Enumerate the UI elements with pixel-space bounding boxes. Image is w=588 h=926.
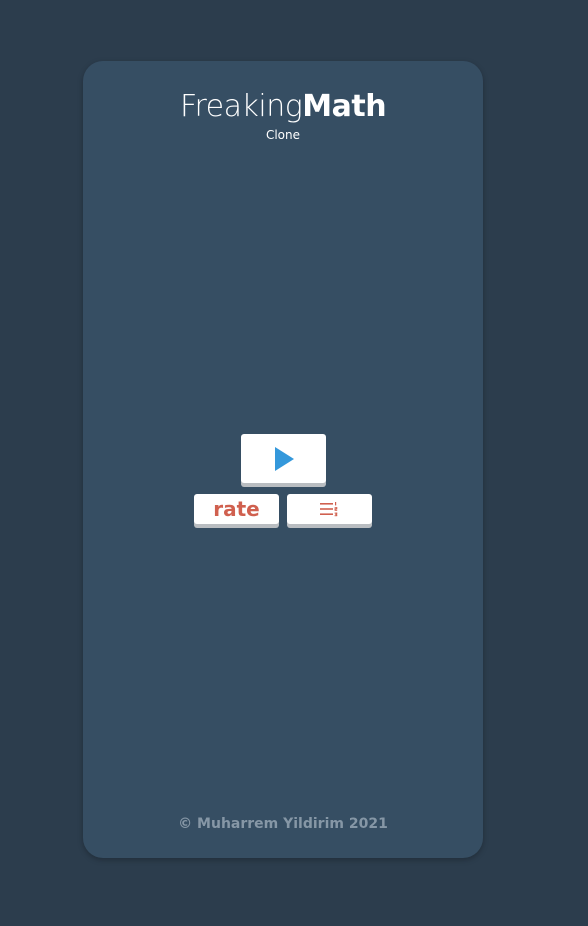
game-title: FreakingMath — [83, 88, 483, 126]
copyright-footer: © Muharrem Yildirim 2021 — [178, 816, 388, 832]
title-bold: Math — [302, 89, 387, 124]
title-light: Freaking — [179, 89, 303, 124]
play-icon — [274, 446, 294, 471]
leaderboard-icon — [319, 502, 337, 517]
game-subtitle: Clone — [265, 128, 301, 142]
game-card: FreakingMath Clone rate © Muharrem Yildi… — [83, 61, 483, 858]
rate-button[interactable]: rate — [194, 494, 279, 524]
play-button[interactable] — [241, 434, 326, 483]
leaderboard-button[interactable] — [287, 494, 372, 524]
